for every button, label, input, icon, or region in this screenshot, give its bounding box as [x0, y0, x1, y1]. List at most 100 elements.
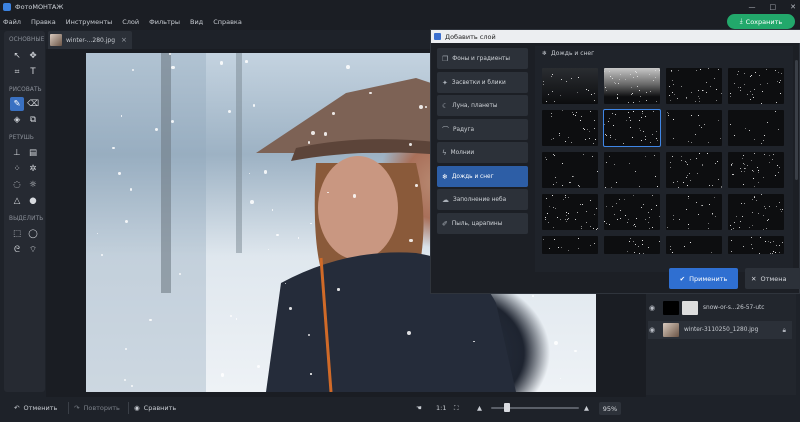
layer-item[interactable]: ◉ snow-or-s...26-57-utc	[648, 299, 792, 317]
menu-edit[interactable]: Правка	[31, 18, 56, 26]
preset-thumbnail[interactable]	[666, 68, 722, 104]
minimize-button[interactable]: —	[749, 3, 756, 11]
document-tab[interactable]: winter-...280.jpg ×	[48, 31, 132, 49]
lasso-icon[interactable]: ᘓ	[10, 243, 24, 257]
preset-thumbnail[interactable]	[604, 194, 660, 230]
preset-thumbnail[interactable]	[542, 194, 598, 230]
snow-speck	[681, 160, 683, 162]
category-item[interactable]: ✦ Засветки и блики	[437, 72, 528, 93]
preset-thumbnail[interactable]	[604, 236, 660, 254]
snow-speck	[627, 101, 629, 103]
category-item[interactable]: ϟ Молнии	[437, 142, 528, 163]
preset-thumbnail[interactable]	[542, 68, 598, 104]
preset-thumbnail[interactable]	[603, 109, 661, 147]
menu-help[interactable]: Справка	[213, 18, 242, 26]
undo-button[interactable]: ↶ Отменить	[14, 398, 57, 418]
snowflake-particle	[337, 288, 340, 291]
menu-layer[interactable]: Слой	[122, 18, 139, 26]
snow-speck	[779, 80, 781, 82]
snow-speck	[617, 218, 619, 220]
close-tab-icon[interactable]: ×	[121, 36, 127, 44]
save-button[interactable]: ⤓ Сохранить	[727, 14, 795, 29]
preset-thumbnail[interactable]	[666, 110, 722, 146]
fit-screen-button[interactable]: ⛶	[454, 398, 459, 418]
category-item[interactable]: ☾ Луна, планеты	[437, 95, 528, 116]
preset-thumbnail[interactable]	[728, 110, 784, 146]
menu-tools[interactable]: Инструменты	[66, 18, 113, 26]
snow-speck	[633, 111, 635, 113]
brightness-icon[interactable]: ☼	[26, 178, 40, 192]
shapes-icon[interactable]: ⧉	[26, 113, 40, 127]
preset-thumbnail[interactable]	[728, 152, 784, 188]
snow-speck	[617, 97, 619, 99]
poly-lasso-icon[interactable]: ⌔	[26, 243, 40, 257]
dialog-title: Добавить слой	[445, 32, 496, 41]
preset-thumbnail[interactable]	[604, 68, 660, 104]
snow-speck	[672, 214, 674, 216]
preset-thumbnail[interactable]	[666, 152, 722, 188]
select-arrow-icon[interactable]: ↖	[10, 49, 24, 63]
snowflake-particle	[250, 199, 254, 204]
preset-thumbnail[interactable]	[728, 68, 784, 104]
cancel-button[interactable]: ✕ Отмена	[745, 268, 800, 289]
snow-speck	[547, 93, 549, 95]
snow-speck	[743, 155, 745, 157]
preset-thumbnail[interactable]	[542, 152, 598, 188]
snow-speck	[592, 156, 594, 158]
crop-icon[interactable]: ⌗	[10, 65, 24, 79]
text-icon[interactable]: T	[26, 65, 40, 79]
patch-icon[interactable]: ▤	[26, 146, 40, 160]
menu-bar: Файл Правка Инструменты Слой Фильтры Вид…	[0, 13, 800, 30]
redo-button[interactable]: ↷ Повторить	[74, 398, 120, 418]
snow-speck	[609, 136, 611, 138]
preset-thumbnail[interactable]	[604, 152, 660, 188]
category-item-active[interactable]: ❄ Дождь и снег	[437, 166, 528, 187]
maximize-button[interactable]: □	[770, 3, 777, 11]
lock-icon[interactable]: 🔒︎	[783, 326, 786, 335]
eye-icon: ◉	[134, 404, 140, 412]
preset-thumbnail[interactable]	[728, 236, 784, 254]
eye-icon[interactable]: ◉	[649, 326, 659, 334]
zoom-in-icon[interactable]: ▲	[584, 398, 589, 418]
zoom-out-icon[interactable]: ▲	[477, 398, 482, 418]
category-item[interactable]: ✐ Пыль, царапины	[437, 213, 528, 234]
snow-speck	[738, 70, 740, 72]
grid-scrollbar[interactable]	[795, 60, 798, 180]
preset-thumbnail[interactable]	[728, 194, 784, 230]
compare-button[interactable]: ◉ Сравнить	[134, 398, 176, 418]
brush-icon[interactable]: ✎	[10, 97, 24, 111]
apply-button[interactable]: ✔ Применить	[669, 268, 738, 289]
fill-bucket-icon[interactable]: ◈	[10, 113, 24, 127]
snow-speck	[604, 71, 606, 73]
category-item[interactable]: ☁ Заполнение неба	[437, 189, 528, 210]
move-icon[interactable]: ✥	[26, 49, 40, 63]
menu-file[interactable]: Файл	[3, 18, 21, 26]
snow-speck	[566, 220, 568, 222]
menu-filters[interactable]: Фильтры	[149, 18, 180, 26]
preset-thumbnail[interactable]	[542, 236, 598, 254]
preset-thumbnail[interactable]	[666, 236, 722, 254]
snow-speck	[543, 81, 545, 83]
actual-size-button[interactable]: 1:1	[436, 398, 446, 418]
snow-speck	[749, 130, 751, 132]
sharpen-icon[interactable]: △	[10, 194, 24, 208]
menu-view[interactable]: Вид	[190, 18, 203, 26]
gear-icon[interactable]: ✲	[26, 162, 40, 176]
ellipse-select-icon[interactable]: ◯	[26, 227, 40, 241]
layer-item[interactable]: ◉ winter-3110250_1280.jpg 🔒︎	[648, 321, 792, 339]
eye-icon[interactable]: ◉	[649, 304, 659, 312]
preset-thumbnail[interactable]	[542, 110, 598, 146]
zoom-value[interactable]: 95%	[599, 402, 621, 415]
drop-icon[interactable]: ●	[26, 194, 40, 208]
stamp-icon[interactable]: ⊥	[10, 146, 24, 160]
close-window-button[interactable]: ✕	[790, 3, 796, 11]
preset-thumbnail[interactable]	[666, 194, 722, 230]
blur-icon[interactable]: ◌	[10, 178, 24, 192]
blemish-icon[interactable]: ⁘	[10, 162, 24, 176]
category-item[interactable]: ❐ Фоны и градиенты	[437, 48, 528, 69]
rect-select-icon[interactable]: ⬚	[10, 227, 24, 241]
eraser-icon[interactable]: ⌫	[26, 97, 40, 111]
category-item[interactable]: ⌒ Радуга	[437, 119, 528, 140]
zoom-slider-handle[interactable]	[504, 403, 510, 412]
hand-tool-button[interactable]: ☚	[416, 398, 422, 418]
